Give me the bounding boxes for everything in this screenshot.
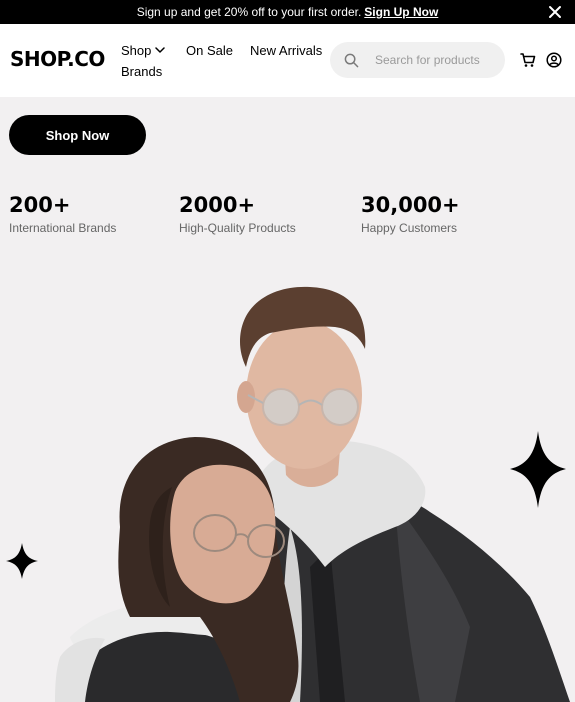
stat-label: International Brands bbox=[9, 221, 117, 235]
stat-value: 30,000+ bbox=[361, 193, 460, 217]
cart-icon[interactable] bbox=[520, 52, 536, 68]
user-icon[interactable] bbox=[546, 52, 562, 68]
stat-products: 2000+ High-Quality Products bbox=[179, 193, 296, 235]
stat-label: High-Quality Products bbox=[179, 221, 296, 235]
hero-models-image bbox=[6, 286, 570, 702]
nav-on-sale[interactable]: On Sale bbox=[186, 43, 233, 58]
nav-shop-label: Shop bbox=[121, 43, 152, 58]
sparkle-icon bbox=[6, 543, 38, 579]
stat-brands: 200+ International Brands bbox=[9, 193, 116, 235]
nav-shop[interactable]: Shop bbox=[121, 43, 166, 58]
search-icon bbox=[344, 53, 359, 67]
close-icon[interactable] bbox=[547, 4, 563, 20]
signup-link[interactable]: Sign Up Now bbox=[364, 5, 438, 19]
stat-value: 2000+ bbox=[179, 193, 256, 217]
nav-new-arrivals[interactable]: New Arrivals bbox=[250, 43, 322, 58]
nav-brands[interactable]: Brands bbox=[121, 64, 162, 79]
stat-value: 200+ bbox=[9, 193, 71, 217]
sparkle-icon bbox=[510, 431, 566, 508]
site-header: SHOP.CO Shop On Sale New Arrivals Brands bbox=[0, 24, 575, 97]
stat-customers: 30,000+ Happy Customers bbox=[361, 193, 460, 235]
hero-section: Shop Now 200+ International Brands 2000+… bbox=[0, 97, 575, 702]
logo[interactable]: SHOP.CO bbox=[10, 47, 105, 71]
search-input[interactable] bbox=[375, 53, 495, 67]
search-box[interactable] bbox=[330, 42, 505, 78]
stat-label: Happy Customers bbox=[361, 221, 458, 235]
shop-now-button[interactable]: Shop Now bbox=[9, 115, 146, 155]
promo-bar: Sign up and get 20% off to your first or… bbox=[0, 0, 575, 24]
chevron-down-icon bbox=[155, 47, 166, 53]
promo-text: Sign up and get 20% off to your first or… bbox=[136, 5, 362, 19]
